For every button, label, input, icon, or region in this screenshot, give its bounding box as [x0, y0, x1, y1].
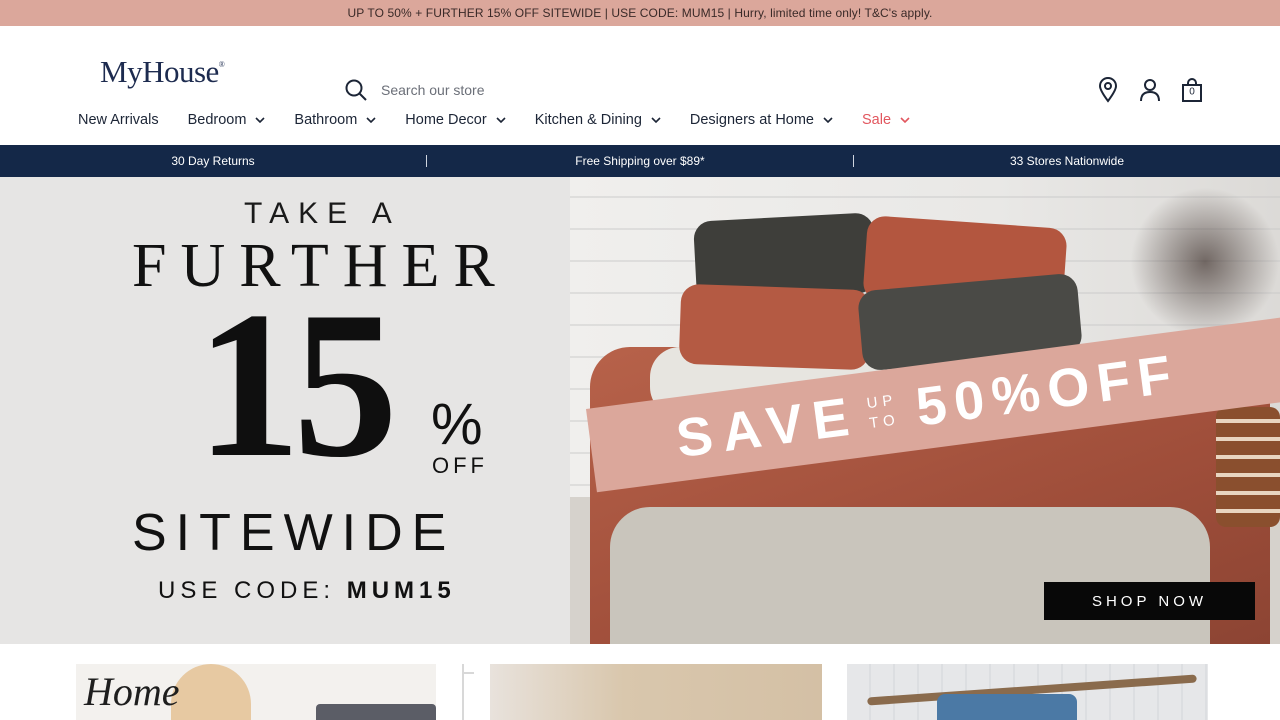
- hero-discount-number: 15: [196, 269, 398, 501]
- promo-bar: UP TO 50% + FURTHER 15% OFF SITEWIDE | U…: [0, 0, 1280, 26]
- nav-label: Bedroom: [187, 112, 247, 128]
- up-to: UP TO: [865, 390, 901, 434]
- promo-text: UP TO 50% + FURTHER 15% OFF SITEWIDE | U…: [347, 6, 933, 20]
- bed-sheet: [610, 507, 1210, 644]
- code-label: USE CODE:: [158, 577, 336, 604]
- hero-sitewide: SITEWIDE: [132, 504, 456, 562]
- chevron-down-icon: [823, 117, 833, 123]
- search-icon[interactable]: [344, 78, 368, 102]
- main-nav: New Arrivals Bedroom Bathroom Home Decor…: [78, 112, 939, 128]
- nav-item-new-arrivals[interactable]: New Arrivals: [78, 112, 159, 128]
- nav-item-bedroom[interactable]: Bedroom: [188, 112, 266, 128]
- usp-bar: 30 Day Returns Free Shipping over $89* 3…: [0, 145, 1280, 177]
- tile-photo-throw: [937, 694, 1077, 720]
- chevron-down-icon: [255, 117, 265, 123]
- nav-label: Kitchen & Dining: [534, 112, 642, 128]
- nav-label: Sale: [862, 112, 892, 128]
- tile-script-title: Home: [84, 669, 180, 714]
- nav-item-home-decor[interactable]: Home Decor: [405, 112, 506, 128]
- tile-photo-sofa: [316, 704, 436, 720]
- tile-home-with[interactable]: Home: [76, 664, 436, 720]
- cart-count: 0: [1189, 86, 1195, 98]
- logo-text: MyHouse: [100, 54, 219, 89]
- to-word: TO: [868, 411, 901, 433]
- plant-decor: [1130, 187, 1280, 337]
- category-tiles: Home: [76, 664, 1208, 720]
- cart-bag-icon[interactable]: 0: [1180, 76, 1204, 104]
- account-icon[interactable]: [1138, 76, 1162, 104]
- save-word: SAVE: [672, 385, 863, 470]
- usp-returns: 30 Day Returns: [171, 154, 255, 168]
- chevron-down-icon: [651, 117, 661, 123]
- hero-banner[interactable]: TAKE A FURTHER 15 % OFF SITEWIDE USE COD…: [0, 177, 1280, 644]
- logo-trademark: ®: [218, 60, 225, 69]
- hero-offer-text: TAKE A FURTHER 15 % OFF SITEWIDE USE COD…: [0, 177, 620, 644]
- chevron-down-icon: [900, 117, 910, 123]
- hero-percent: %: [431, 392, 483, 457]
- location-pin-icon[interactable]: [1096, 76, 1120, 104]
- hero-off: OFF: [432, 453, 488, 478]
- side-table: [1216, 407, 1280, 527]
- usp-stores: 33 Stores Nationwide: [1009, 154, 1125, 168]
- nav-item-designers-at-home[interactable]: Designers at Home: [690, 112, 833, 128]
- pillow: [678, 283, 872, 371]
- usp-shipping: Free Shipping over $89*: [575, 154, 705, 168]
- chevron-down-icon: [496, 117, 506, 123]
- nav-label: Designers at Home: [689, 112, 814, 128]
- nav-label: Home Decor: [405, 112, 487, 128]
- chevron-down-icon: [366, 117, 376, 123]
- hero-take-a: TAKE A: [244, 197, 401, 230]
- site-header: MyHouse® 0: [0, 26, 1280, 104]
- search-bar: [344, 78, 641, 102]
- logo[interactable]: MyHouse®: [100, 54, 225, 90]
- nav-item-kitchen-dining[interactable]: Kitchen & Dining: [535, 112, 661, 128]
- search-input[interactable]: [381, 82, 641, 98]
- hero-promo-code: USE CODE: MUM15: [158, 577, 456, 605]
- shop-now-button[interactable]: SHOP NOW: [1044, 582, 1255, 620]
- tile-photo-lamp-arm: [462, 672, 474, 674]
- tile-photo-person: [171, 664, 251, 720]
- nav-label: New Arrivals: [78, 112, 159, 128]
- nav-item-bathroom[interactable]: Bathroom: [294, 112, 376, 128]
- nav-item-sale[interactable]: Sale: [862, 112, 910, 128]
- header-icons: 0: [1096, 76, 1204, 104]
- tile-throws[interactable]: [847, 664, 1208, 720]
- tile-photo-wood: [490, 664, 822, 720]
- nav-label: Bathroom: [294, 112, 358, 128]
- code-value: MUM15: [346, 577, 456, 604]
- tile-furniture[interactable]: [462, 664, 822, 720]
